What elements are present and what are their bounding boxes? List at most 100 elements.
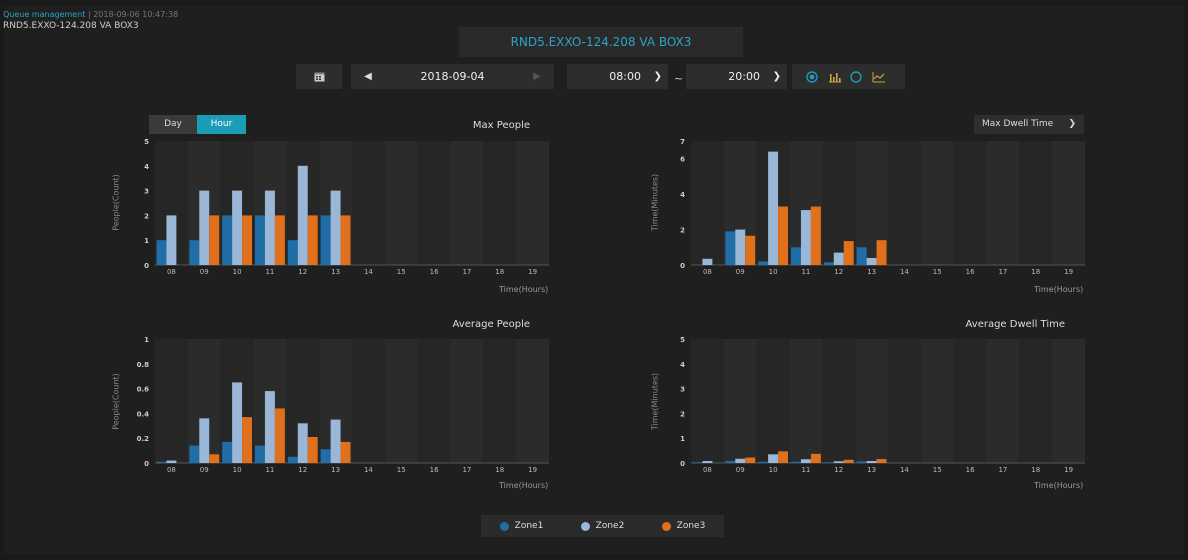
plot-band xyxy=(516,339,549,463)
x-tick-label: 16 xyxy=(430,466,439,474)
x-tick-label: 19 xyxy=(528,466,537,474)
y-tick-label: 0.6 xyxy=(137,386,150,394)
bar-zone2 xyxy=(800,210,811,265)
plot-band xyxy=(1052,339,1085,463)
breadcrumb-timestamp: | 2018-09-06 10:47:38 xyxy=(85,10,179,19)
device-name: RND5.EXXO-124.208 VA BOX3 xyxy=(3,21,139,31)
bar-zone1 xyxy=(287,240,298,265)
start-time-select[interactable]: 08:00 ❯ xyxy=(567,64,668,89)
bar-zone1 xyxy=(856,247,867,265)
plot-band xyxy=(1019,339,1053,463)
bar-zone3 xyxy=(340,441,351,463)
bar-zone1 xyxy=(823,462,834,463)
x-tick-label: 09 xyxy=(200,466,209,474)
range-separator: ~ xyxy=(674,72,684,85)
plot-band xyxy=(417,339,451,463)
plot-band xyxy=(352,141,385,265)
zone3-dot-icon xyxy=(661,521,671,531)
y-tick-label: 2 xyxy=(144,212,149,220)
plot-band xyxy=(483,141,517,265)
date-picker[interactable]: ◀ 2018-09-04 ▶ xyxy=(351,64,554,89)
bar-zone2 xyxy=(166,460,177,463)
dwell-metric-select[interactable]: Max Dwell Time ❯ xyxy=(974,115,1084,134)
bar-zone1 xyxy=(320,449,331,463)
x-tick-label: 16 xyxy=(430,268,439,276)
bar-zone3 xyxy=(307,215,318,265)
radio-icon[interactable] xyxy=(848,69,864,85)
y-tick-label: 7 xyxy=(680,138,685,146)
bar-zone1 xyxy=(320,215,331,265)
plot-band xyxy=(920,339,954,463)
plot-band xyxy=(450,141,484,265)
x-tick-label: 13 xyxy=(867,466,876,474)
bar-zone2 xyxy=(330,190,341,265)
bar-zone3 xyxy=(209,454,220,463)
plot-band xyxy=(855,339,888,463)
x-tick-label: 14 xyxy=(364,466,373,474)
x-tick-label: 10 xyxy=(233,466,242,474)
legend-item-zone2[interactable]: Zone2 xyxy=(580,521,624,531)
bar-zone2 xyxy=(800,459,811,463)
y-tick-label: 5 xyxy=(680,336,685,344)
y-tick-label: 2 xyxy=(680,227,685,235)
calendar-button[interactable] xyxy=(296,64,342,89)
plot-band xyxy=(450,339,484,463)
bar-zone3 xyxy=(274,408,285,463)
plot-band xyxy=(483,339,517,463)
x-tick-label: 08 xyxy=(167,466,176,474)
y-tick-label: 4 xyxy=(680,361,685,369)
bar-zone1 xyxy=(254,215,265,265)
bar-zone1 xyxy=(758,461,769,463)
end-time-select[interactable]: 20:00 ❯ xyxy=(686,64,787,89)
legend-item-zone3[interactable]: Zone3 xyxy=(661,521,706,531)
x-tick-label: 17 xyxy=(998,466,1007,474)
plot-band xyxy=(888,339,921,463)
hour-tab[interactable]: Hour xyxy=(197,115,246,134)
x-tick-label: 10 xyxy=(769,268,778,276)
date-text: 2018-09-04 xyxy=(420,70,485,83)
plot-band xyxy=(953,339,987,463)
y-tick-label: 1 xyxy=(144,336,149,344)
plot-band xyxy=(789,339,823,463)
bar-zone2 xyxy=(768,454,779,463)
day-tab[interactable]: Day xyxy=(149,115,197,134)
plot-band xyxy=(155,339,188,463)
average-dwell-chart: 01234508 09 10 11 12 13 14 15 16 17 18 19 xyxy=(680,336,1085,474)
x-tick-label: 11 xyxy=(801,268,810,276)
device-title: RND5.EXXO-124.208 VA BOX3 xyxy=(459,27,743,57)
x-tick-label: 09 xyxy=(736,268,745,276)
x-tick-label: 18 xyxy=(1031,466,1040,474)
bar-zone2 xyxy=(866,257,877,265)
prev-date-button[interactable]: ◀ xyxy=(358,64,378,89)
legend-label: Zone3 xyxy=(676,521,706,531)
y-tick-label: 0.2 xyxy=(137,435,150,443)
x-tick-label: 17 xyxy=(462,268,471,276)
y-tick-label: 0.4 xyxy=(137,410,150,418)
breadcrumb-link[interactable]: Queue management xyxy=(3,10,85,19)
bar-zone2 xyxy=(833,461,844,463)
x-tick-label: 13 xyxy=(867,268,876,276)
breadcrumb: Queue management | 2018-09-06 10:47:38 xyxy=(3,10,178,19)
line-chart-icon[interactable] xyxy=(870,69,886,85)
bar-chart-icon[interactable] xyxy=(826,69,842,85)
bar-zone1 xyxy=(758,261,769,265)
bar-zone3 xyxy=(242,417,253,463)
legend-item-zone1[interactable]: Zone1 xyxy=(499,521,543,531)
chart-legend: Zone1 Zone2 Zone3 xyxy=(481,515,724,537)
y-axis-label: People(Count) xyxy=(111,174,121,231)
chevron-down-icon: ❯ xyxy=(1068,119,1076,129)
bar-zone2 xyxy=(297,423,308,463)
bar-zone2 xyxy=(232,190,243,265)
y-tick-label: 1 xyxy=(144,237,149,245)
x-tick-label: 11 xyxy=(265,466,274,474)
next-date-button[interactable]: ▶ xyxy=(527,64,547,89)
x-tick-label: 12 xyxy=(834,466,843,474)
x-tick-label: 15 xyxy=(933,466,942,474)
radio-selected-icon[interactable] xyxy=(804,69,820,85)
plot-band xyxy=(920,141,954,265)
plot-band xyxy=(691,141,724,265)
bar-zone1 xyxy=(156,240,167,265)
x-tick-label: 13 xyxy=(331,466,340,474)
x-tick-label: 12 xyxy=(298,268,307,276)
x-tick-label: 14 xyxy=(900,466,909,474)
